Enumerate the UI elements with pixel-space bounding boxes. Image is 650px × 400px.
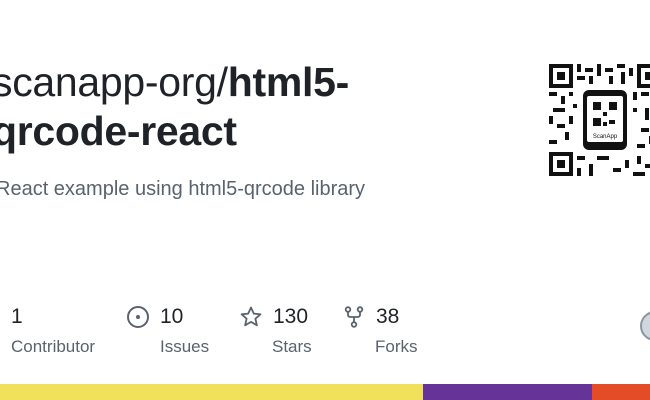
repo-title-link[interactable]: scanapp-org/html5- qrcode-react [0, 58, 512, 156]
repo-name-line2: qrcode-react [0, 108, 237, 154]
language-segment-2 [591, 384, 650, 400]
repo-owner: scanapp-org/ [0, 59, 228, 105]
repo-description: React example using html5-qrcode library [0, 178, 366, 200]
stat-forks[interactable]: 38 Forks [342, 303, 418, 358]
stars-label: Stars [272, 337, 312, 356]
contributors-count: 1 [11, 305, 23, 328]
contributors-label: Contributor [11, 337, 96, 356]
star-icon [239, 305, 263, 329]
stat-issues[interactable]: 10 Issues [126, 303, 209, 358]
repo-social-card: scanapp-org/html5- qrcode-react React exa… [0, 0, 650, 400]
stat-contributors[interactable]: 1 Contributor [11, 303, 95, 358]
stars-count: 130 [273, 305, 309, 328]
forks-label: Forks [375, 337, 418, 356]
repo-forked-icon [342, 305, 366, 329]
issues-count: 10 [160, 305, 184, 328]
owner-avatar[interactable]: ScanApp [549, 64, 650, 176]
language-segment-0 [0, 384, 423, 400]
stat-stars[interactable]: 130 Stars [239, 303, 312, 358]
issue-opened-icon [126, 305, 150, 329]
repo-stats: 1 Contributor 10 Issues 130 Stars 38 For… [0, 303, 650, 363]
logo-text: ScanApp [593, 134, 618, 140]
language-segment-1 [422, 384, 592, 400]
issues-label: Issues [160, 337, 210, 356]
qr-code-logo-icon: ScanApp [549, 64, 650, 176]
language-bar [0, 384, 650, 400]
repo-name-line1: html5- [227, 59, 350, 105]
forks-count: 38 [376, 305, 400, 328]
